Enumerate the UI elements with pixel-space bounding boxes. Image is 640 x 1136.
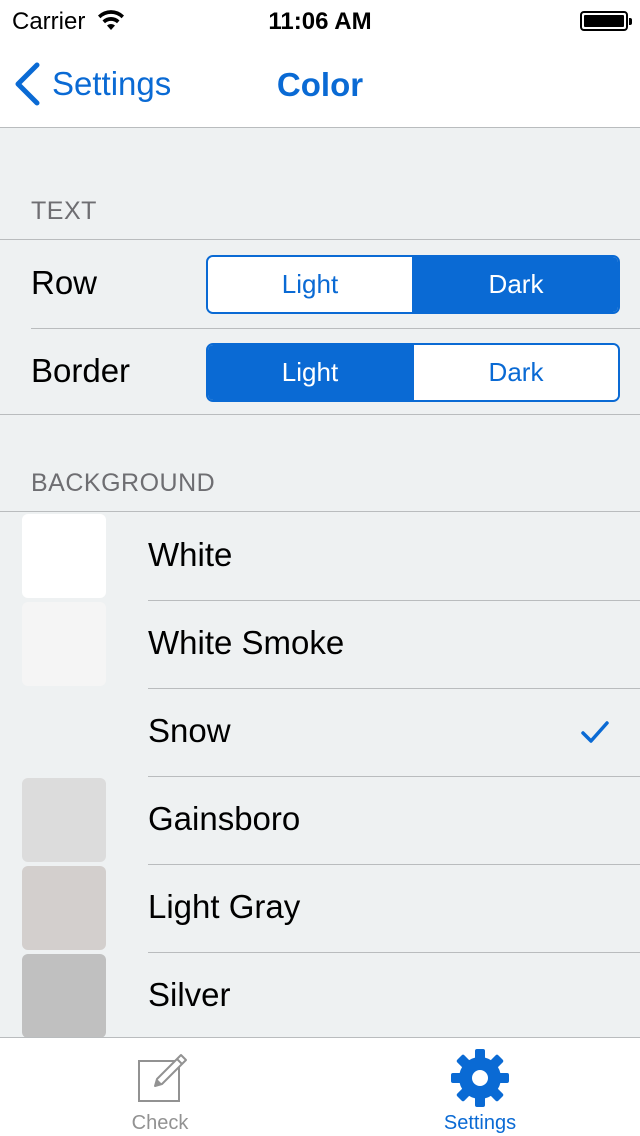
color-row-white-smoke[interactable]: White Smoke bbox=[0, 600, 640, 688]
border-dark-segment[interactable]: Dark bbox=[412, 345, 618, 400]
border-setting-label: Border bbox=[31, 352, 131, 389]
color-label: Gainsboro bbox=[148, 800, 301, 837]
status-bar: Carrier 11:06 AM bbox=[0, 0, 640, 40]
row-setting-label: Row bbox=[31, 264, 98, 301]
back-button-label: Settings bbox=[52, 65, 172, 102]
text-section-header: TEXT bbox=[31, 197, 97, 225]
color-row-white[interactable]: White bbox=[0, 512, 640, 600]
tab-check-label: Check bbox=[131, 1112, 189, 1134]
row-text-setting: Row Light Dark bbox=[0, 240, 640, 328]
edit-icon bbox=[138, 1054, 187, 1102]
color-row-gainsboro[interactable]: Gainsboro bbox=[0, 776, 640, 864]
status-time: 11:06 AM bbox=[268, 8, 372, 35]
header-area: Carrier 11:06 AM Settings Color bbox=[0, 0, 640, 128]
tab-bar: Check Settings bbox=[0, 1037, 640, 1136]
background-color-list: White White Smoke Snow Gainsboro Light G… bbox=[0, 511, 640, 1037]
color-swatch bbox=[22, 514, 106, 598]
color-label: Snow bbox=[148, 712, 231, 749]
color-label: Light Gray bbox=[148, 888, 301, 925]
border-segmented-control: Light Dark bbox=[206, 343, 620, 402]
color-label: White bbox=[148, 536, 233, 573]
color-swatch bbox=[22, 954, 106, 1037]
color-row-light-gray[interactable]: Light Gray bbox=[0, 864, 640, 952]
color-label: White Smoke bbox=[148, 624, 345, 661]
row-segmented-control: Light Dark bbox=[206, 255, 620, 314]
screen: Carrier 11:06 AM Settings Color TEXT Row bbox=[0, 0, 640, 1136]
color-swatch bbox=[22, 866, 106, 950]
row-light-segment[interactable]: Light bbox=[208, 257, 412, 312]
checkmark-icon bbox=[581, 721, 609, 743]
text-settings-group: Row Light Dark Border Light Dark bbox=[0, 239, 640, 415]
battery-icon bbox=[580, 11, 632, 31]
color-row-snow[interactable]: Snow bbox=[0, 688, 640, 776]
row-dark-segment[interactable]: Dark bbox=[412, 257, 618, 312]
border-text-setting: Border Light Dark bbox=[0, 328, 640, 416]
color-swatch bbox=[22, 602, 106, 686]
chevron-left-icon bbox=[15, 62, 40, 106]
gear-icon bbox=[451, 1049, 509, 1107]
color-label: Silver bbox=[148, 976, 231, 1013]
tab-settings[interactable]: Settings bbox=[320, 1038, 640, 1136]
back-button[interactable]: Settings bbox=[12, 58, 171, 110]
border-light-segment[interactable]: Light bbox=[208, 345, 412, 400]
color-swatch bbox=[22, 778, 106, 862]
background-section-header: BACKGROUND bbox=[31, 469, 216, 497]
color-swatch bbox=[22, 690, 106, 774]
color-row-silver[interactable]: Silver bbox=[0, 952, 640, 1037]
tab-check[interactable]: Check bbox=[0, 1038, 320, 1136]
tab-settings-label: Settings bbox=[443, 1112, 517, 1134]
